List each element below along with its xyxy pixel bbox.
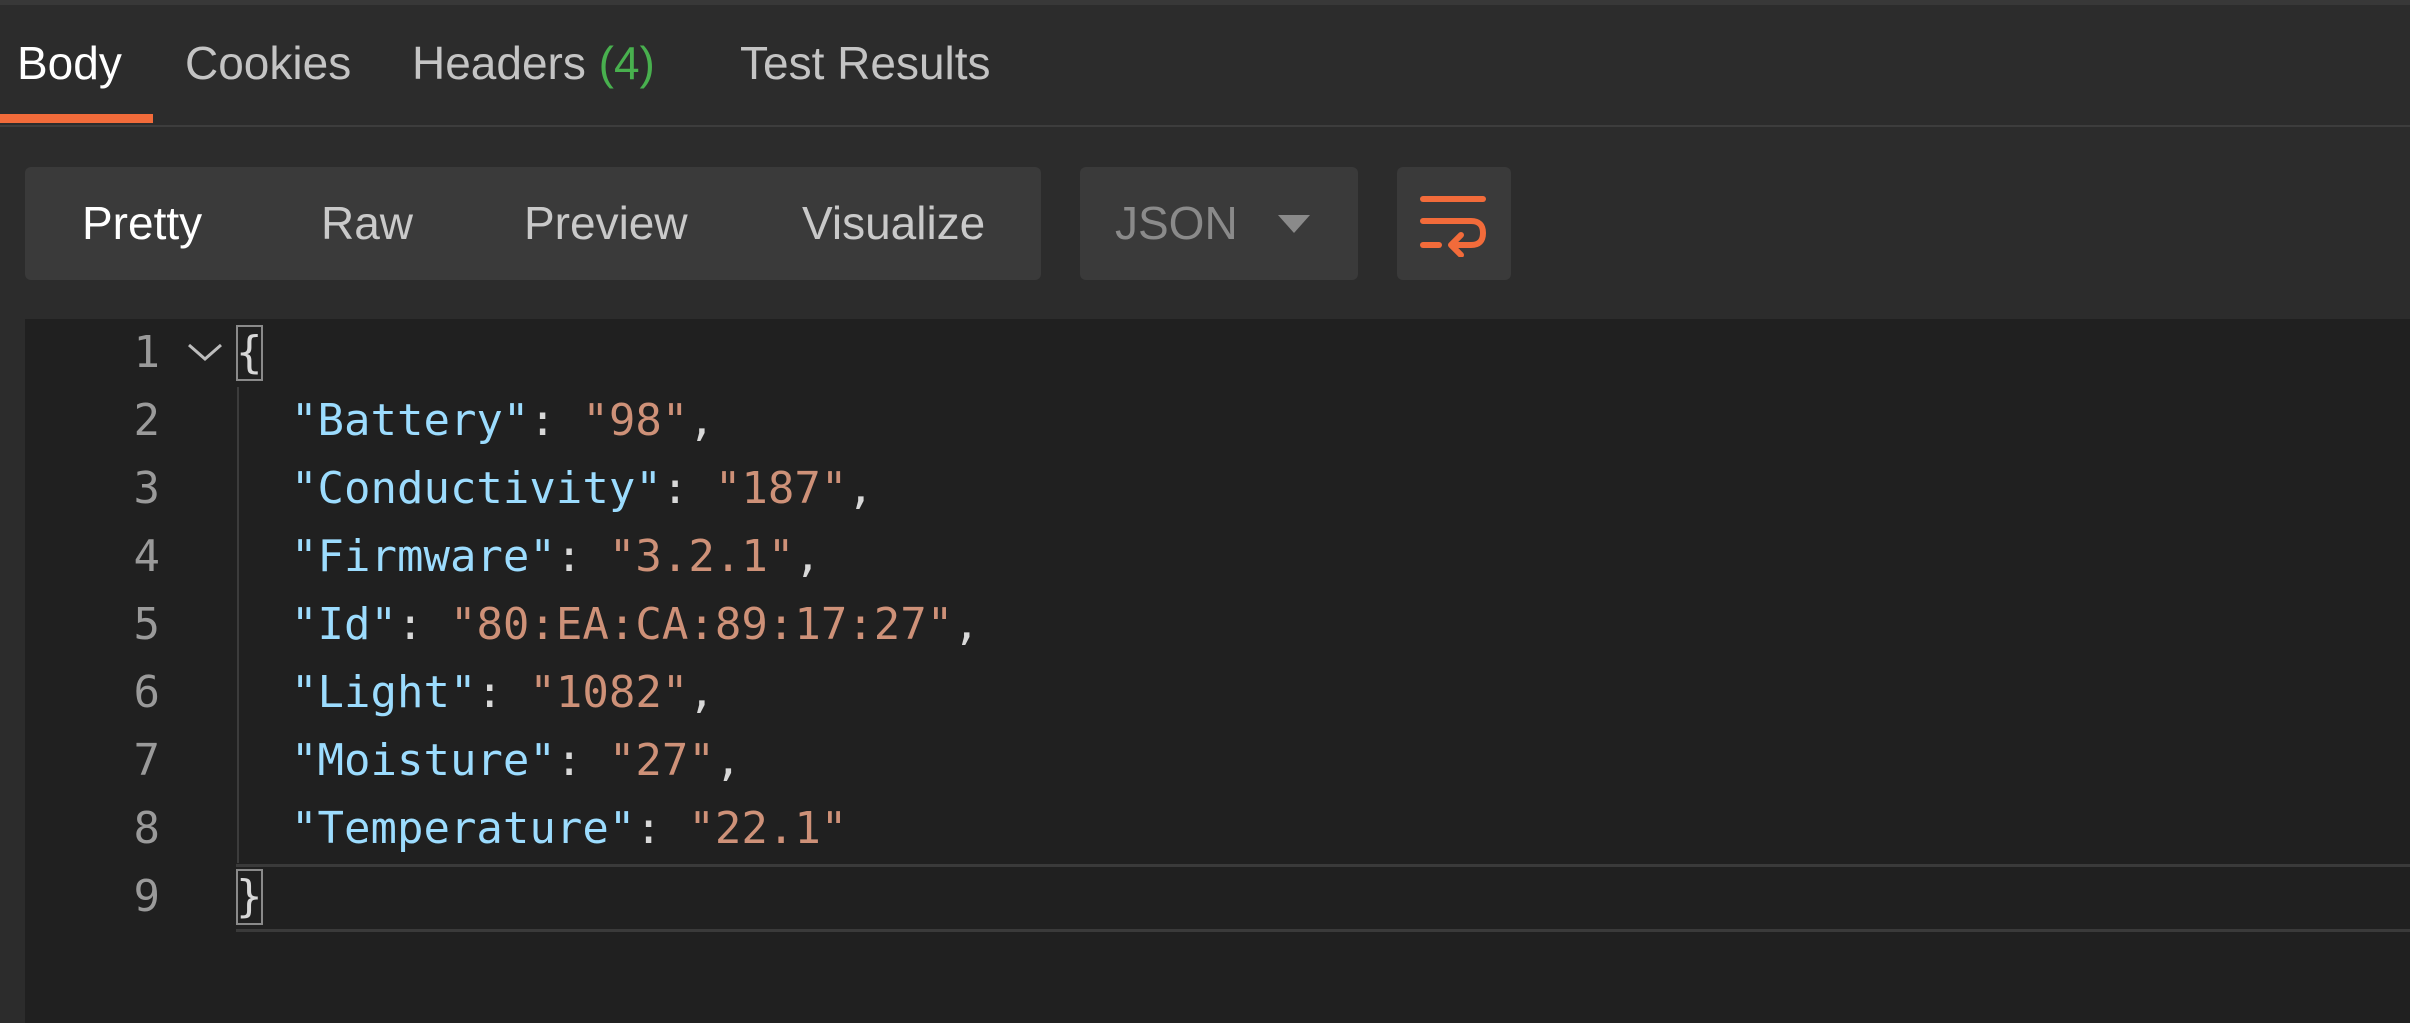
active-tab-indicator — [0, 114, 153, 123]
line-number: 6 — [133, 667, 161, 718]
tab-headers-label: Headers — [412, 37, 586, 89]
tab-test-results[interactable]: Test Results — [740, 5, 991, 125]
format-select-value: JSON — [1115, 197, 1238, 249]
code-line-8: 8 "Temperature": "22.1" — [25, 795, 2410, 863]
json-separator: , — [794, 531, 821, 582]
json-value: "22.1" — [688, 803, 848, 854]
code-line-4: 4 "Firmware": "3.2.1", — [25, 523, 2410, 591]
json-entry: "Firmware": "3.2.1", — [291, 531, 821, 582]
json-key: "Firmware" — [291, 531, 556, 582]
tab-body-label: Body — [17, 37, 122, 89]
open-brace: { — [236, 327, 263, 378]
json-separator: , — [953, 599, 980, 650]
line-number: 7 — [133, 735, 161, 786]
wrap-lines-button[interactable] — [1397, 167, 1511, 280]
line-number: 9 — [133, 871, 161, 922]
json-key: "Conductivity" — [291, 463, 662, 514]
code-line-7: 7 "Moisture": "27", — [25, 727, 2410, 795]
json-key: "Id" — [291, 599, 397, 650]
json-entry: "Conductivity": "187", — [291, 463, 874, 514]
json-separator: , — [847, 463, 874, 514]
json-value: "187" — [714, 463, 848, 514]
json-value: "3.2.1" — [608, 531, 795, 582]
code-line-9: 9 } — [25, 863, 2410, 931]
line-number: 2 — [133, 395, 161, 446]
json-entry: "Temperature": "22.1" — [291, 803, 848, 854]
json-value: "98" — [582, 395, 689, 446]
line-number: 8 — [133, 803, 161, 854]
json-separator: , — [688, 395, 715, 446]
view-mode-group: Pretty Raw Preview Visualize — [25, 167, 1041, 280]
code-line-6: 6 "Light": "1082", — [25, 659, 2410, 727]
chevron-down-icon — [1278, 215, 1310, 233]
tab-headers[interactable]: Headers (4) — [412, 5, 655, 125]
line-number: 5 — [133, 599, 161, 650]
fold-chevron-down-icon[interactable] — [185, 319, 229, 387]
json-value: "80:EA:CA:89:17:27" — [449, 599, 954, 650]
wrap-lines-icon — [1420, 196, 1487, 257]
code-line-5: 5 "Id": "80:EA:CA:89:17:27", — [25, 591, 2410, 659]
json-entry: "Battery": "98", — [291, 395, 715, 446]
view-mode-raw[interactable]: Raw — [321, 167, 413, 280]
view-mode-preview[interactable]: Preview — [524, 167, 688, 280]
tab-test-results-label: Test Results — [740, 37, 991, 89]
json-entry: "Id": "80:EA:CA:89:17:27", — [291, 599, 980, 650]
json-value: "27" — [608, 735, 715, 786]
format-select[interactable]: JSON — [1080, 167, 1358, 280]
json-key: "Moisture" — [291, 735, 556, 786]
view-mode-visualize[interactable]: Visualize — [802, 167, 985, 280]
json-entry: "Light": "1082", — [291, 667, 715, 718]
close-brace: } — [236, 871, 263, 922]
json-key: "Battery" — [291, 395, 530, 446]
json-separator: , — [688, 667, 715, 718]
code-line-1: 1 { — [25, 319, 2410, 387]
tab-cookies-label: Cookies — [185, 37, 352, 89]
tab-body[interactable]: Body — [17, 5, 122, 125]
headers-count-badge: (4) — [598, 37, 655, 89]
json-key: "Light" — [291, 667, 477, 718]
json-separator: , — [714, 735, 742, 786]
json-key: "Temperature" — [291, 803, 636, 854]
line-number: 4 — [133, 531, 161, 582]
view-mode-pretty[interactable]: Pretty — [82, 167, 202, 280]
code-line-2: 2 "Battery": "98", — [25, 387, 2410, 455]
response-tabs: Body Cookies Headers (4) Test Results — [0, 5, 2410, 127]
json-entry: "Moisture": "27", — [291, 735, 742, 786]
response-body-editor[interactable]: 1 { 2 "Battery": "98", 3 "Conductivity": "1… — [25, 319, 2410, 1023]
tab-cookies[interactable]: Cookies — [185, 5, 351, 125]
code-line-3: 3 "Conductivity": "187", — [25, 455, 2410, 523]
line-number: 3 — [133, 463, 161, 514]
json-value: "1082" — [529, 667, 689, 718]
line-number: 1 — [133, 327, 161, 378]
